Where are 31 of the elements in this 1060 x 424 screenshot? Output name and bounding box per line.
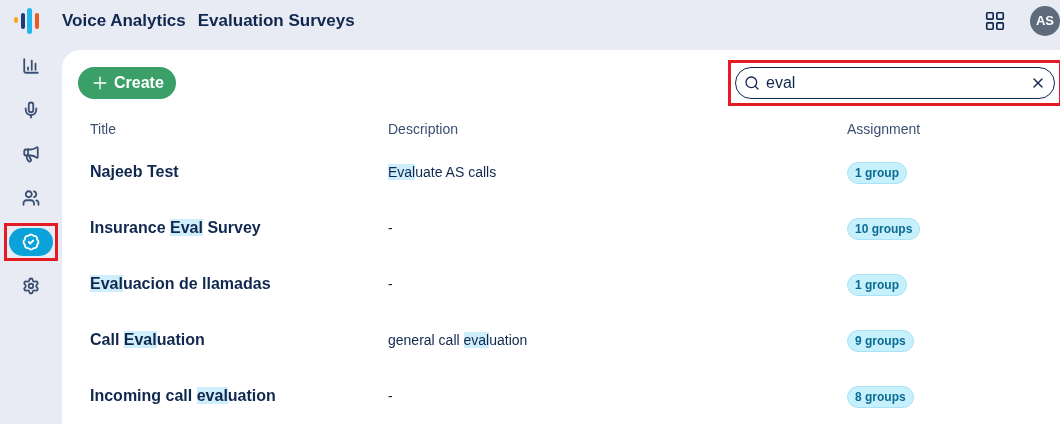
survey-title: Incoming call evaluation [90, 386, 277, 406]
assignment-tag: 9 groups [847, 330, 914, 352]
megaphone-icon [22, 145, 40, 163]
search-icon [744, 75, 760, 91]
app-name: Voice Analytics [62, 10, 186, 33]
column-header: Description [388, 119, 460, 139]
assignment-tag: 1 group [847, 162, 907, 184]
assignment-tag: 10 groups [847, 218, 921, 240]
apps-grid-icon[interactable] [984, 10, 1006, 32]
survey-description: - [388, 218, 394, 238]
survey-title: Najeeb Test [90, 162, 180, 182]
assignment-tag: 1 group [847, 274, 907, 296]
chart-icon [22, 57, 40, 75]
column-header: Assignment [847, 119, 922, 139]
settings-icon [22, 277, 40, 295]
user-avatar[interactable]: AS [1030, 6, 1060, 36]
survey-title: Call Evaluation [90, 330, 206, 350]
column-header: Title [90, 119, 117, 139]
survey-icon [22, 233, 40, 251]
survey-title: Evaluacion de llamadas [90, 274, 272, 294]
users-icon [22, 189, 40, 207]
assignment-tag: 8 groups [847, 386, 914, 408]
page-title: Evaluation Surveys [197, 10, 355, 33]
create-button[interactable]: Create [78, 67, 176, 99]
survey-description: - [388, 386, 394, 406]
survey-description: Evaluate AS calls [388, 162, 498, 182]
survey-description: - [388, 274, 394, 294]
search-field[interactable]: eval [735, 67, 1055, 99]
survey-description: general call evaluation [388, 330, 529, 350]
microphone-icon [22, 101, 40, 119]
survey-title: Insurance Eval Survey [90, 218, 262, 238]
